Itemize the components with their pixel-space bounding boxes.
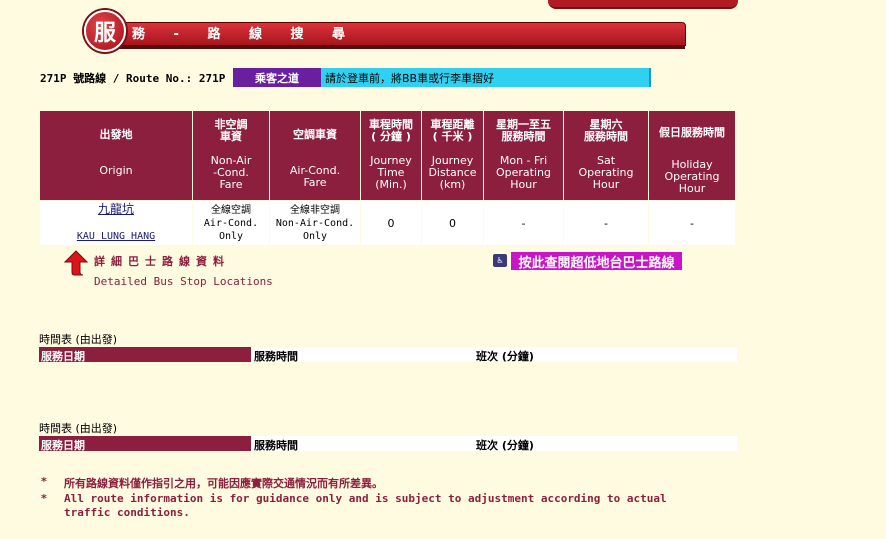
service-date-header: 服務日期 xyxy=(39,347,251,363)
footnote-mark: * xyxy=(41,475,47,488)
col-nonair-fare: 非空調 車資 Non-Air -Cond. Fare xyxy=(192,110,270,201)
col-sat: 星期六 服務時間 Sat Operating Hour xyxy=(563,110,649,201)
col-air-fare: 空調車資 Air-Cond. Fare xyxy=(269,110,361,201)
passenger-notice: 乘客之道 請於登車前，將BB車或行李車摺好 xyxy=(233,68,651,87)
section-banner: 服 務 - 路 線 搜 尋 xyxy=(84,10,686,52)
detail-zh: 詳細巴士路線資料 xyxy=(94,255,230,268)
top-decor-strip xyxy=(548,0,738,9)
table-header-row: 出發地 Origin 非空調 車資 Non-Air -Cond. Fare 空調… xyxy=(39,110,736,201)
col-mon-fri: 星期一至五 服務時間 Mon - Fri Operating Hour xyxy=(483,110,564,201)
page-title: 務 - 路 線 搜 尋 xyxy=(132,27,358,42)
air-fare-cell: 全線非空調 Non-Air-Cond. Only xyxy=(269,200,361,246)
frequency-header: 班次 (分鐘) xyxy=(476,439,534,452)
mon-fri-cell: - xyxy=(483,200,564,246)
nonair-fare-cell: 全線空調 Air-Cond. Only xyxy=(192,200,270,246)
col-journey-distance: 車程距離 ( 千米 ) Journey Distance (km) xyxy=(421,110,484,201)
journey-time-cell: 0 xyxy=(360,200,422,246)
timetable-label: 時間表 (由出發) xyxy=(39,422,118,435)
footnote-zh: 所有路線資料僅作指引之用，可能因應實際交通情況而有所差異。 xyxy=(64,477,383,490)
timetable-label: 時間表 (由出發) xyxy=(39,333,118,346)
table-row: 九龍坑 KAU LUNG HANG 全線空調 Air-Cond. Only 全線… xyxy=(39,200,736,246)
timetable-header: 服務日期 服務時間 班次 (分鐘) xyxy=(39,347,737,363)
route-info-table: 出發地 Origin 非空調 車資 Non-Air -Cond. Fare 空調… xyxy=(39,110,736,246)
col-journey-time: 車程時間 ( 分鐘 ) Journey Time (Min.) xyxy=(360,110,422,201)
footnote-mark: * xyxy=(41,492,47,505)
detail-en: Detailed Bus Stop Locations xyxy=(94,275,273,288)
notice-message: 請於登車前，將BB車或行李車摺好 xyxy=(321,68,651,87)
col-holiday: 假日服務時間 Holiday Operating Hour xyxy=(648,110,736,201)
service-time-header: 服務時間 xyxy=(254,439,298,452)
low-floor-button[interactable]: 按此查閱超低地台巴士路線 xyxy=(511,252,682,271)
footnote-en-1: All route information is for guidance on… xyxy=(64,492,667,505)
service-date-header: 服務日期 xyxy=(39,436,251,452)
origin-cell: 九龍坑 KAU LUNG HANG xyxy=(39,200,193,246)
wheelchair-icon: ♿ xyxy=(493,254,507,267)
arrow-up-icon xyxy=(64,250,88,276)
holiday-cell: - xyxy=(648,200,736,246)
banner-badge: 服 xyxy=(84,10,126,52)
service-time-header: 服務時間 xyxy=(254,350,298,363)
col-origin: 出發地 Origin xyxy=(39,110,193,201)
route-number: 271P 號路線 / Route No.: 271P xyxy=(40,72,226,85)
origin-zh-link[interactable]: 九龍坑 xyxy=(98,202,134,216)
sat-cell: - xyxy=(563,200,649,246)
timetable-header: 服務日期 服務時間 班次 (分鐘) xyxy=(39,436,737,452)
notice-label: 乘客之道 xyxy=(233,68,321,87)
journey-distance-cell: 0 xyxy=(421,200,484,246)
origin-en-link[interactable]: KAU LUNG HANG xyxy=(77,231,155,242)
footnote-en-2: traffic conditions. xyxy=(64,506,190,519)
frequency-header: 班次 (分鐘) xyxy=(476,350,534,363)
